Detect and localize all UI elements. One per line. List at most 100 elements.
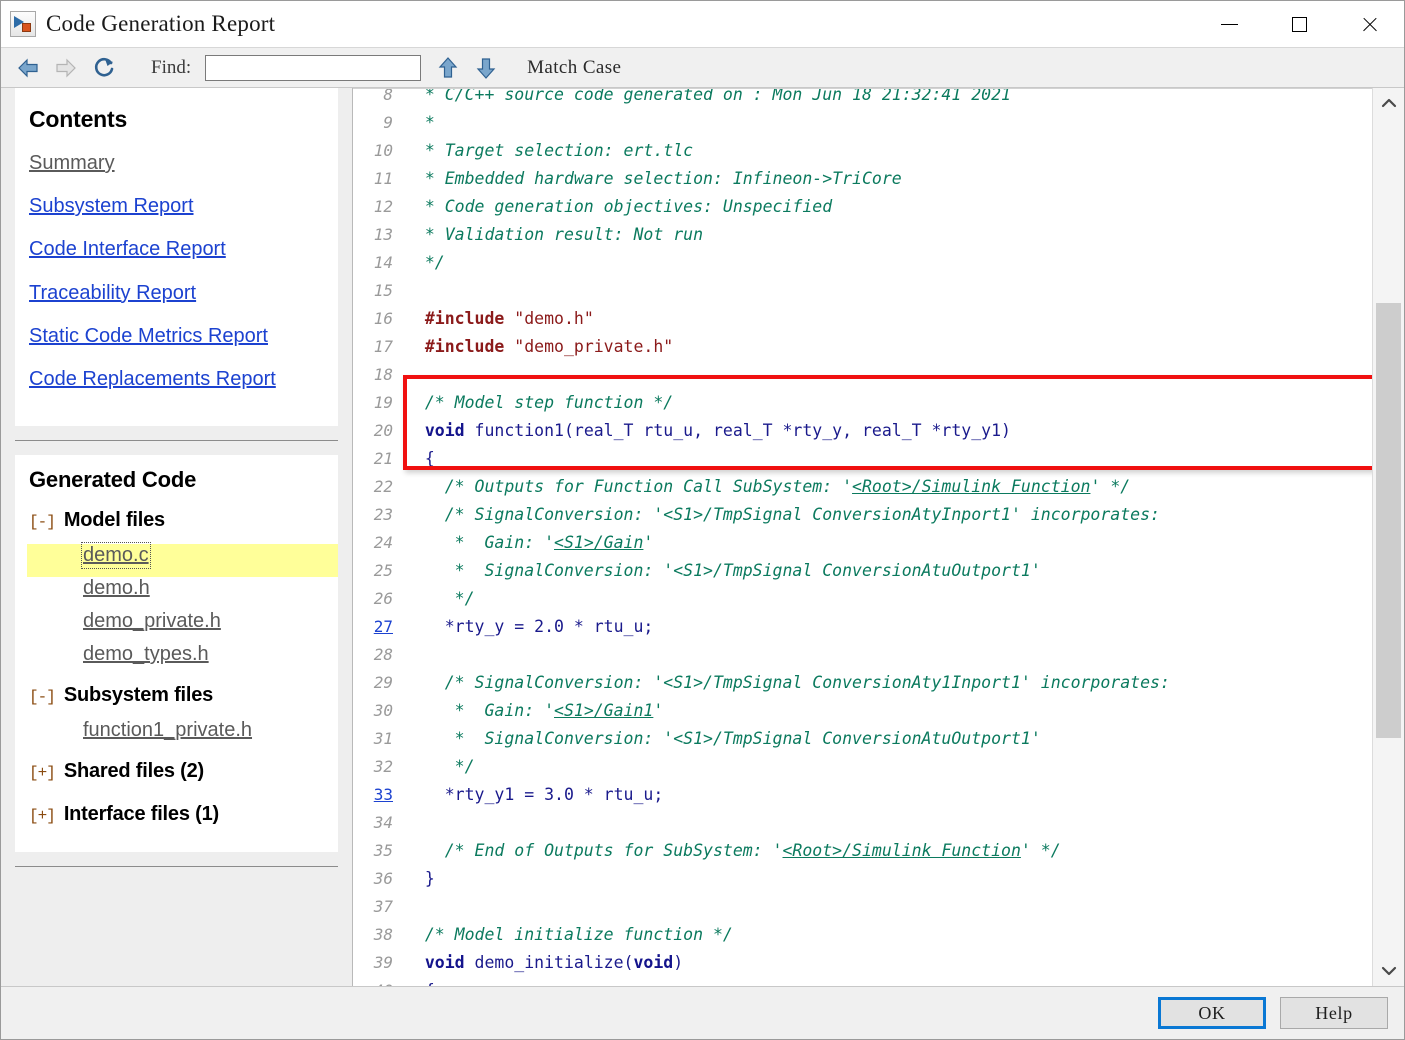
tree-file-row[interactable]: demo_types.h <box>27 643 326 676</box>
code-line: 16 #include "demo.h" <box>353 305 1372 333</box>
simulink-icon <box>10 11 36 37</box>
toc-link-traceability-report[interactable]: Traceability Report <box>29 283 326 304</box>
code-line-number-link[interactable]: 27 <box>353 613 405 641</box>
code-line: 31 * SignalConversion: '<S1>/TmpSignal C… <box>353 725 1372 753</box>
code-line: 11 * Embedded hardware selection: Infine… <box>353 165 1372 193</box>
find-next-button[interactable] <box>467 51 505 85</box>
tree-file-demo-private-h[interactable]: demo_private.h <box>83 610 221 633</box>
code-line-number: 13 <box>353 221 405 249</box>
down-arrow-icon <box>476 56 496 80</box>
code-token: *rty_y = 2.0 * rtu_u; <box>405 613 653 641</box>
code-line-number: 40 <box>353 977 405 986</box>
code-line-number-link[interactable]: 33 <box>353 781 405 809</box>
toc-link-summary[interactable]: Summary <box>29 153 326 174</box>
forward-button[interactable] <box>47 51 85 85</box>
code-line: 29 /* SignalConversion: '<S1>/TmpSignal … <box>353 669 1372 697</box>
code-line: 28 <box>353 641 1372 669</box>
tree-file-demo-c[interactable]: demo.c <box>83 544 149 567</box>
code-token: /* Model initialize function */ <box>405 921 733 949</box>
code-token: * Code generation objectives: Unspecifie… <box>405 193 832 221</box>
chevron-down-icon <box>1381 966 1397 976</box>
code-token: "demo.h" <box>514 305 593 333</box>
tree-group-label: Shared files (2) <box>64 760 204 783</box>
help-button[interactable]: Help <box>1280 997 1388 1029</box>
code-token: ' */ <box>1090 473 1130 501</box>
traceability-link[interactable]: <Root>/Simulink Function <box>783 837 1021 865</box>
collapse-toggle-icon[interactable]: [-] <box>29 688 55 706</box>
traceability-link[interactable]: <Root>/Simulink Function <box>852 473 1090 501</box>
tree-file-demo-h[interactable]: demo.h <box>83 577 150 600</box>
search-input[interactable] <box>205 55 421 81</box>
tree-file-row[interactable]: demo.h <box>27 577 326 610</box>
maximize-icon <box>1292 17 1307 32</box>
code-line-number: 21 <box>353 445 405 473</box>
tree-group-subsystem-files[interactable]: [-] Subsystem files <box>29 684 326 707</box>
toc-link-static-code-metrics-report[interactable]: Static Code Metrics Report <box>29 326 326 347</box>
maximize-button[interactable] <box>1264 1 1334 47</box>
code-line-number: 37 <box>353 893 405 921</box>
code-line: 21 { <box>353 445 1372 473</box>
code-token: * Gain: ' <box>405 529 554 557</box>
code-token: */ <box>405 249 445 277</box>
code-token: * <box>405 109 435 137</box>
collapse-toggle-icon[interactable]: [-] <box>29 513 55 531</box>
code-token: /* Outputs for Function Call SubSystem: … <box>405 473 852 501</box>
back-button[interactable] <box>9 51 47 85</box>
code-line-number: 28 <box>353 641 405 669</box>
expand-toggle-icon[interactable]: [+] <box>29 807 55 825</box>
toc-link-code-interface-report[interactable]: Code Interface Report <box>29 239 326 260</box>
tree-group-shared-files[interactable]: [+] Shared files (2) <box>29 760 326 783</box>
tree-group-model-files[interactable]: [-] Model files <box>29 509 326 532</box>
minimize-button[interactable] <box>1194 1 1264 47</box>
dialog-footer: OK Help <box>1 986 1404 1039</box>
vertical-scrollbar[interactable] <box>1372 88 1404 986</box>
code-token: * Validation result: Not run <box>405 221 703 249</box>
tree-file-row[interactable]: function1_private.h <box>27 719 326 752</box>
window-controls <box>1194 1 1404 47</box>
match-case-label[interactable]: Match Case <box>527 57 621 79</box>
ok-button[interactable]: OK <box>1158 997 1266 1029</box>
toc-link-code-replacements-report[interactable]: Code Replacements Report <box>29 369 326 390</box>
find-label: Find: <box>151 57 191 79</box>
code-line: 13 * Validation result: Not run <box>353 221 1372 249</box>
toc-link-subsystem-report[interactable]: Subsystem Report <box>29 196 326 217</box>
tree-file-demo-types-h[interactable]: demo_types.h <box>83 643 209 666</box>
code-line-number: 16 <box>353 305 405 333</box>
code-line-number: 39 <box>353 949 405 977</box>
scrollbar-thumb[interactable] <box>1376 303 1401 738</box>
tree-file-row[interactable]: demo_private.h <box>27 610 326 643</box>
refresh-button[interactable] <box>85 51 123 85</box>
contents-heading: Contents <box>29 106 326 133</box>
tree-file-row[interactable]: demo.c <box>27 544 338 577</box>
scroll-down-button[interactable] <box>1373 956 1404 986</box>
code-line: 37 <box>353 893 1372 921</box>
code-line-number: 20 <box>353 417 405 445</box>
code-line: 10 * Target selection: ert.tlc <box>353 137 1372 165</box>
code-line-number: 29 <box>353 669 405 697</box>
expand-toggle-icon[interactable]: [+] <box>29 764 55 782</box>
code-token: ' <box>643 529 653 557</box>
close-button[interactable] <box>1334 1 1404 47</box>
tree-file-function1-private-h[interactable]: function1_private.h <box>83 719 252 742</box>
code-line-number: 8 <box>353 88 405 109</box>
code-line: 33 *rty_y1 = 3.0 * rtu_u; <box>353 781 1372 809</box>
code-line: 20 void function1(real_T rtu_u, real_T *… <box>353 417 1372 445</box>
code-token: void <box>405 417 465 445</box>
code-line-number: 30 <box>353 697 405 725</box>
find-toolbar: Find: Match Case <box>1 47 1404 88</box>
contents-panel: Contents Summary Subsystem Report Code I… <box>15 88 338 426</box>
code-token: */ <box>405 753 475 781</box>
code-line-number: 14 <box>353 249 405 277</box>
traceability-link[interactable]: <S1>/Gain <box>554 529 643 557</box>
code-line: 8 * C/C++ source code generated on : Mon… <box>353 88 1372 109</box>
generated-code-heading: Generated Code <box>29 467 326 493</box>
tree-group-interface-files[interactable]: [+] Interface files (1) <box>29 803 326 826</box>
traceability-link[interactable]: <S1>/Gain1 <box>554 697 653 725</box>
scrollbar-track[interactable] <box>1373 118 1404 956</box>
code-line-number: 35 <box>353 837 405 865</box>
code-line: 26 */ <box>353 585 1372 613</box>
scroll-up-button[interactable] <box>1373 88 1404 118</box>
code-token: void <box>634 949 674 977</box>
code-line-number: 9 <box>353 109 405 137</box>
find-previous-button[interactable] <box>429 51 467 85</box>
